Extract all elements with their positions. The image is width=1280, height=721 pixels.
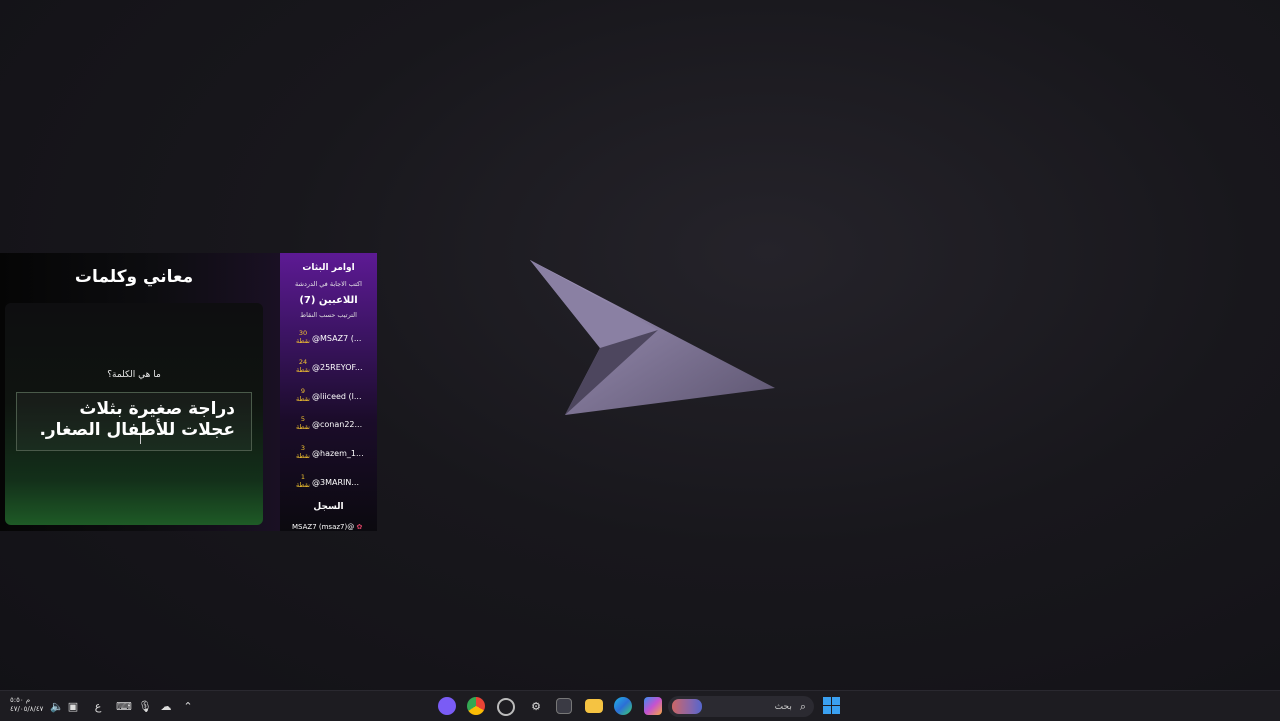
copilot-icon[interactable] [644,697,662,715]
game-title: معاني وكلمات [74,267,194,287]
network-icon[interactable]: ▣ [64,697,82,715]
clock-date: ٤٧/٠٥/٨/٤٧ [10,705,44,713]
edge-icon[interactable] [614,697,632,715]
player-row: 3 نقطة @hazem_1... [292,444,377,466]
player-row: 24 نقطة @25REYOF... [292,358,377,380]
player-row: 9 نقطة @liiceed (l... [292,387,377,409]
player-points: 30 نقطة [296,329,310,345]
player-name: @25REYOF... [312,363,363,372]
player-name: @hazem_1... [312,449,364,458]
search-icon: ⌕ [799,699,806,713]
clock-time: م ٥:٥٠ [10,696,31,704]
player-points: 9 نقطة [296,387,310,403]
question-label: ما هي الكلمة؟ [107,370,161,380]
store-icon[interactable] [556,698,572,714]
input-language[interactable]: ع [89,697,107,715]
player-points: 1 نقطة [296,473,310,489]
settings-gear-icon[interactable]: ⚙ [527,697,545,715]
file-explorer-icon[interactable] [585,699,603,713]
log-entry-text: MSAZ7 (msaz7)@ [292,523,355,531]
game-panel: معاني وكلمات ما هي الكلمة؟ دراجة صغيرة ب… [0,253,280,531]
discord-icon[interactable] [438,697,456,715]
answer-text: دراجة صغيرة بثلاث عجلات للأطفال الصغار. [39,399,235,440]
players-panel: اوامر البثات اكتب الاجابة في الدردشة الل… [280,253,377,531]
quiz-overlay-window: معاني وكلمات ما هي الكلمة؟ دراجة صغيرة ب… [0,253,377,531]
chevron-up-icon[interactable]: ⌃ [179,697,197,715]
answer-box: دراجة صغيرة بثلاث عجلات للأطفال الصغار. [16,392,252,451]
party-icon: ✿ [356,523,363,531]
player-name: @liiceed (l... [312,392,362,401]
obs-icon[interactable] [497,698,515,716]
player-name: @MSAZ7 (... [312,334,362,343]
search-label: بحث [774,701,792,712]
sort-hint: الترتيب حسب النقاط [300,311,357,319]
text-cursor-icon [140,435,141,444]
chrome-icon[interactable] [467,697,485,715]
search-highlight-image [672,699,702,714]
player-name: @conan22... [312,420,363,429]
player-points: 3 نقطة [296,444,310,460]
taskbar-search[interactable]: بحث ⌕ [668,696,814,717]
player-row: 30 نقطة @MSAZ7 (... [292,329,377,351]
players-count: اللاعبين (7) [299,295,358,306]
log-title: السجل [313,502,344,512]
answer-hint: اكتب الاجابة في الدردشة [295,280,362,288]
onedrive-icon[interactable]: ☁ [157,697,175,715]
player-points: 24 نقطة [296,358,310,374]
player-row: 1 نقطة @3MARIN... [292,473,377,495]
player-row: 5 نقطة @conan22... [292,415,377,437]
keyboard-icon[interactable]: ⌨ [115,697,133,715]
microphone-icon[interactable]: 🎙 [136,697,154,715]
wallpaper-arrow-logo [530,260,775,415]
taskbar-clock[interactable]: م ٥:٥٠ ٤٧/٠٥/٨/٤٧ [10,696,43,714]
taskbar: م ٥:٥٠ ٤٧/٠٥/٨/٤٧ 🔈 ▣ ع ⌨ 🎙 ☁ ⌃ ⚙ بحث ⌕ [0,690,1280,721]
log-entry: MSAZ7 (msaz7)@ ✿ [292,523,362,531]
player-name: @3MARIN... [312,478,359,487]
commands-title: اوامر البثات [302,263,355,273]
windows-start-icon[interactable] [823,697,840,714]
player-points: 5 نقطة [296,415,310,431]
